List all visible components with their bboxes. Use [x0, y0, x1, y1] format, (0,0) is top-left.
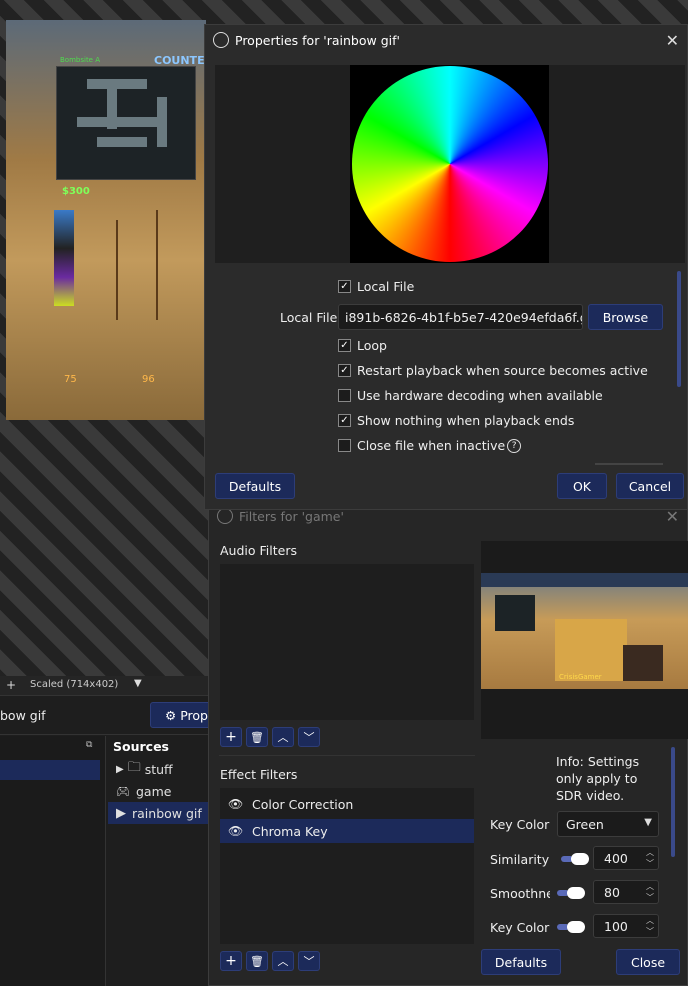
add-effect-filter-button[interactable]: +	[220, 951, 242, 971]
key-color-spill-slider[interactable]	[557, 921, 585, 933]
folder-icon: 🗀	[127, 760, 141, 775]
stepper-up-icon[interactable]: ︿	[644, 848, 656, 858]
rainbow-gif-preview	[351, 66, 548, 262]
properties-titlebar: Properties for 'rainbow gif' ✕	[205, 25, 687, 55]
game-armor: 96	[142, 374, 155, 385]
game-team-label: Bombsite A	[60, 56, 101, 64]
scene-list-panel: ⧉	[0, 736, 106, 986]
properties-scrollbar[interactable]	[677, 271, 681, 387]
move-up-effect-filter-button[interactable]: ︿	[272, 951, 294, 971]
properties-preview	[215, 65, 685, 263]
trash-icon: 🗑	[250, 954, 264, 968]
eye-icon[interactable]: 👁︎	[228, 797, 243, 811]
close-inactive-checkbox[interactable]: Close file when inactive ?	[338, 438, 522, 453]
key-color-type-select[interactable]: Green ▼	[557, 811, 659, 837]
audio-filters-list[interactable]	[219, 563, 475, 721]
scale-dropdown-icon[interactable]: ▼	[134, 678, 142, 689]
expand-chevron-icon[interactable]: ▶	[116, 764, 124, 775]
loop-checkbox[interactable]: ✓ Loop	[338, 338, 387, 353]
plus-icon: +	[225, 729, 237, 745]
selected-source-label: bow gif	[0, 708, 46, 723]
help-icon[interactable]: ?	[507, 438, 522, 453]
key-color-spill-input[interactable]: 100 ︿ ﹀	[593, 914, 659, 938]
stepper-down-icon[interactable]: ﹀	[644, 927, 656, 937]
remove-audio-filter-button[interactable]: 🗑	[246, 727, 268, 747]
local-file-checkbox[interactable]: ✓ Local File	[338, 279, 414, 294]
dock-undock-icon[interactable]: ⧉	[86, 740, 92, 750]
filters-defaults-button[interactable]: Defaults	[481, 949, 561, 975]
properties-defaults-button[interactable]: Defaults	[215, 473, 295, 499]
chevron-down-icon: ﹀	[303, 731, 315, 744]
filters-dialog: Filters for 'game' ✕ Audio Filters + 🗑 ︿…	[208, 502, 688, 986]
close-icon[interactable]: ✕	[666, 31, 679, 50]
eye-icon[interactable]: 👁︎	[228, 824, 243, 838]
similarity-slider[interactable]	[561, 853, 589, 865]
effect-filter-color-correction[interactable]: 👁︎ Color Correction	[220, 792, 474, 816]
source-item-game[interactable]: 🎮︎ game	[108, 780, 208, 802]
key-color-spill-label: Key Color S	[490, 920, 550, 935]
properties-ok-button[interactable]: OK	[557, 473, 607, 499]
play-icon: ▶	[116, 805, 126, 821]
properties-cancel-button[interactable]: Cancel	[616, 473, 684, 499]
properties-dialog: Properties for 'rainbow gif' ✕ ✓ Local Fi…	[204, 24, 688, 510]
show-nothing-checkbox[interactable]: ✓ Show nothing when playback ends	[338, 413, 574, 428]
remove-effect-filter-button[interactable]: 🗑	[246, 951, 268, 971]
restart-playback-checkbox[interactable]: ✓ Restart playback when source becomes ac…	[338, 363, 648, 378]
effect-filters-list: 👁︎ Color Correction 👁︎ Chroma Key	[219, 787, 475, 945]
add-scene-plus-icon[interactable]: +	[6, 678, 16, 692]
slider-handle[interactable]	[571, 853, 589, 865]
source-item-rainbow-gif[interactable]: ▶ rainbow gif	[108, 802, 208, 824]
move-up-audio-filter-button[interactable]: ︿	[272, 727, 294, 747]
scene-list-selected[interactable]	[0, 760, 100, 780]
game-hp: 75	[64, 374, 77, 385]
obs-logo-icon	[213, 32, 229, 48]
gear-icon: ⚙	[165, 707, 177, 723]
filters-close-button[interactable]: Close	[616, 949, 680, 975]
hardware-decoding-checkbox[interactable]: Use hardware decoding when available	[338, 388, 603, 403]
plus-icon: +	[225, 953, 237, 969]
browse-button[interactable]: Browse	[588, 304, 663, 330]
chevron-down-icon: ﹀	[303, 955, 315, 968]
filter-props-scrollbar[interactable]	[671, 747, 675, 857]
move-down-effect-filter-button[interactable]: ﹀	[298, 951, 320, 971]
main-window-bottom: + Scaled (714x402) ▼ bow gif ⚙ Prope ⧉ So…	[0, 676, 220, 986]
smoothness-slider[interactable]	[557, 887, 585, 899]
similarity-input[interactable]: 400 ︿ ﹀	[593, 846, 659, 870]
stepper-up-icon[interactable]: ︿	[644, 916, 656, 926]
trash-icon: 🗑	[250, 730, 264, 744]
source-item-stuff[interactable]: ▶ 🗀 stuff	[108, 758, 208, 780]
local-file-input[interactable]: i891b-6826-4b1f-b5e7-420e94efda6f.gif	[338, 304, 583, 330]
chevron-down-icon: ▼	[644, 817, 652, 828]
stepper-down-icon[interactable]: ﹀	[644, 893, 656, 903]
move-down-audio-filter-button[interactable]: ﹀	[298, 727, 320, 747]
game-player-model	[54, 210, 74, 306]
effect-filter-chroma-key[interactable]: 👁︎ Chroma Key	[220, 819, 474, 843]
game-money: $300	[62, 186, 90, 197]
local-file-label: Local File	[280, 310, 338, 325]
chevron-up-icon: ︿	[277, 731, 289, 744]
smoothness-input[interactable]: 80 ︿ ﹀	[593, 880, 659, 904]
sources-title: Sources	[113, 739, 169, 754]
chevron-up-icon: ︿	[277, 955, 289, 968]
similarity-label: Similarity (	[490, 852, 550, 867]
smoothness-label: Smoothnes	[490, 886, 550, 901]
key-color-type-label: Key Color T	[490, 817, 550, 832]
info-text: Info: Settings only apply to SDR video.	[556, 754, 640, 803]
gamepad-icon: 🎮︎	[116, 784, 130, 798]
preview-overlay-text: CrisisGamer	[559, 673, 602, 681]
stepper-up-icon[interactable]: ︿	[644, 882, 656, 892]
slider-handle[interactable]	[567, 887, 585, 899]
scale-label: Scaled (714x402)	[30, 679, 119, 690]
add-audio-filter-button[interactable]: +	[220, 727, 242, 747]
game-minimap	[56, 66, 196, 180]
obs-logo-icon	[217, 508, 233, 524]
stepper-down-icon[interactable]: ﹀	[644, 859, 656, 869]
filter-preview: CrisisGamer	[481, 541, 688, 739]
effect-filters-label: Effect Filters	[220, 767, 298, 782]
slider-handle[interactable]	[567, 921, 585, 933]
audio-filters-label: Audio Filters	[220, 543, 297, 558]
game-capture-preview: Bombsite A COUNTE $300 75 96	[6, 20, 206, 420]
